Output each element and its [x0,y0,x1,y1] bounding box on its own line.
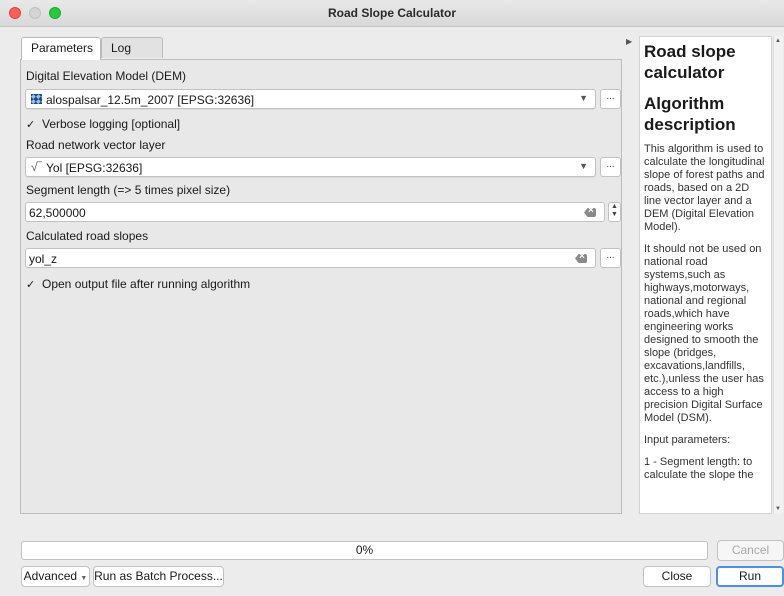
output-file-value: yol_z [29,252,58,266]
dem-value: alospalsar_12.5m_2007 [EPSG:32636] [46,93,255,107]
output-browse-button[interactable]: ... [600,248,621,268]
help-paragraph-1: This algorithm is used to calculate the … [644,143,765,233]
clear-icon[interactable] [575,254,587,263]
tab-parameters[interactable]: Parameters [21,37,101,60]
close-button[interactable]: Close [643,566,711,587]
dem-label: Digital Elevation Model (DEM) [26,69,187,83]
help-scrollbar[interactable]: ▲ ▼ [773,36,783,514]
open-output-label: Open output file after running algorithm [42,277,251,291]
tab-log[interactable]: Log [101,37,163,58]
help-paragraph-3: Input parameters: [644,434,731,446]
road-layer-value: Yol [EPSG:32636] [46,161,143,175]
segment-length-stepper[interactable]: ▲ ▼ [608,202,621,222]
scroll-up-icon[interactable]: ▲ [775,38,781,44]
help-paragraph-2: It should not be used on national road s… [644,243,764,424]
output-label: Calculated road slopes [26,229,149,243]
segment-length-input[interactable]: 62,500000 [25,202,605,222]
title-bar: Road Slope Calculator [0,0,784,27]
clear-icon[interactable] [584,208,596,217]
help-title: Road slope calculator [644,42,736,82]
checkmark-icon: ✓ [26,119,36,131]
segment-length-value: 62,500000 [29,206,86,220]
advanced-dropdown-button[interactable]: Advanced ▼ [21,566,90,587]
advanced-label: Advanced [23,569,78,583]
verbose-checkbox[interactable]: ✓ Verbose logging [optional] [26,117,180,131]
line-layer-icon: √‾ [31,160,42,174]
help-panel: Road slope calculator Algorithm descript… [639,36,772,514]
road-layer-browse-button[interactable]: ... [600,157,621,177]
road-layer-label: Road network vector layer [26,138,166,152]
road-layer-combobox[interactable]: √‾ Yol [EPSG:32636] ▼ [25,157,596,177]
dem-combobox[interactable]: alospalsar_12.5m_2007 [EPSG:32636] ▼ [25,89,596,109]
raster-layer-icon [31,94,42,104]
chevron-down-icon: ▼ [80,575,88,582]
verbose-label: Verbose logging [optional] [42,117,181,131]
batch-process-button[interactable]: Run as Batch Process... [93,566,224,587]
dem-browse-button[interactable]: ... [600,89,621,109]
cancel-button[interactable]: Cancel [717,540,784,561]
run-button[interactable]: Run [716,566,784,587]
checkmark-icon: ✓ [26,279,36,291]
chevron-down-icon: ▼ [579,161,588,171]
help-section-title: Algorithm description [644,94,736,134]
segment-length-label: Segment length (=> 5 times pixel size) [26,183,231,197]
open-output-checkbox[interactable]: ✓ Open output file after running algorith… [26,277,250,291]
window-title: Road Slope Calculator [327,6,457,20]
output-file-input[interactable]: yol_z [25,248,596,268]
chevron-down-icon: ▼ [579,93,588,103]
collapse-arrow-icon[interactable]: ▶ [626,37,632,46]
progress-text: 0% [355,543,374,557]
scroll-down-icon[interactable]: ▼ [775,506,781,512]
progress-bar: 0% [21,541,708,560]
help-paragraph-4: 1 - Segment length: to calculate the slo… [644,456,754,481]
